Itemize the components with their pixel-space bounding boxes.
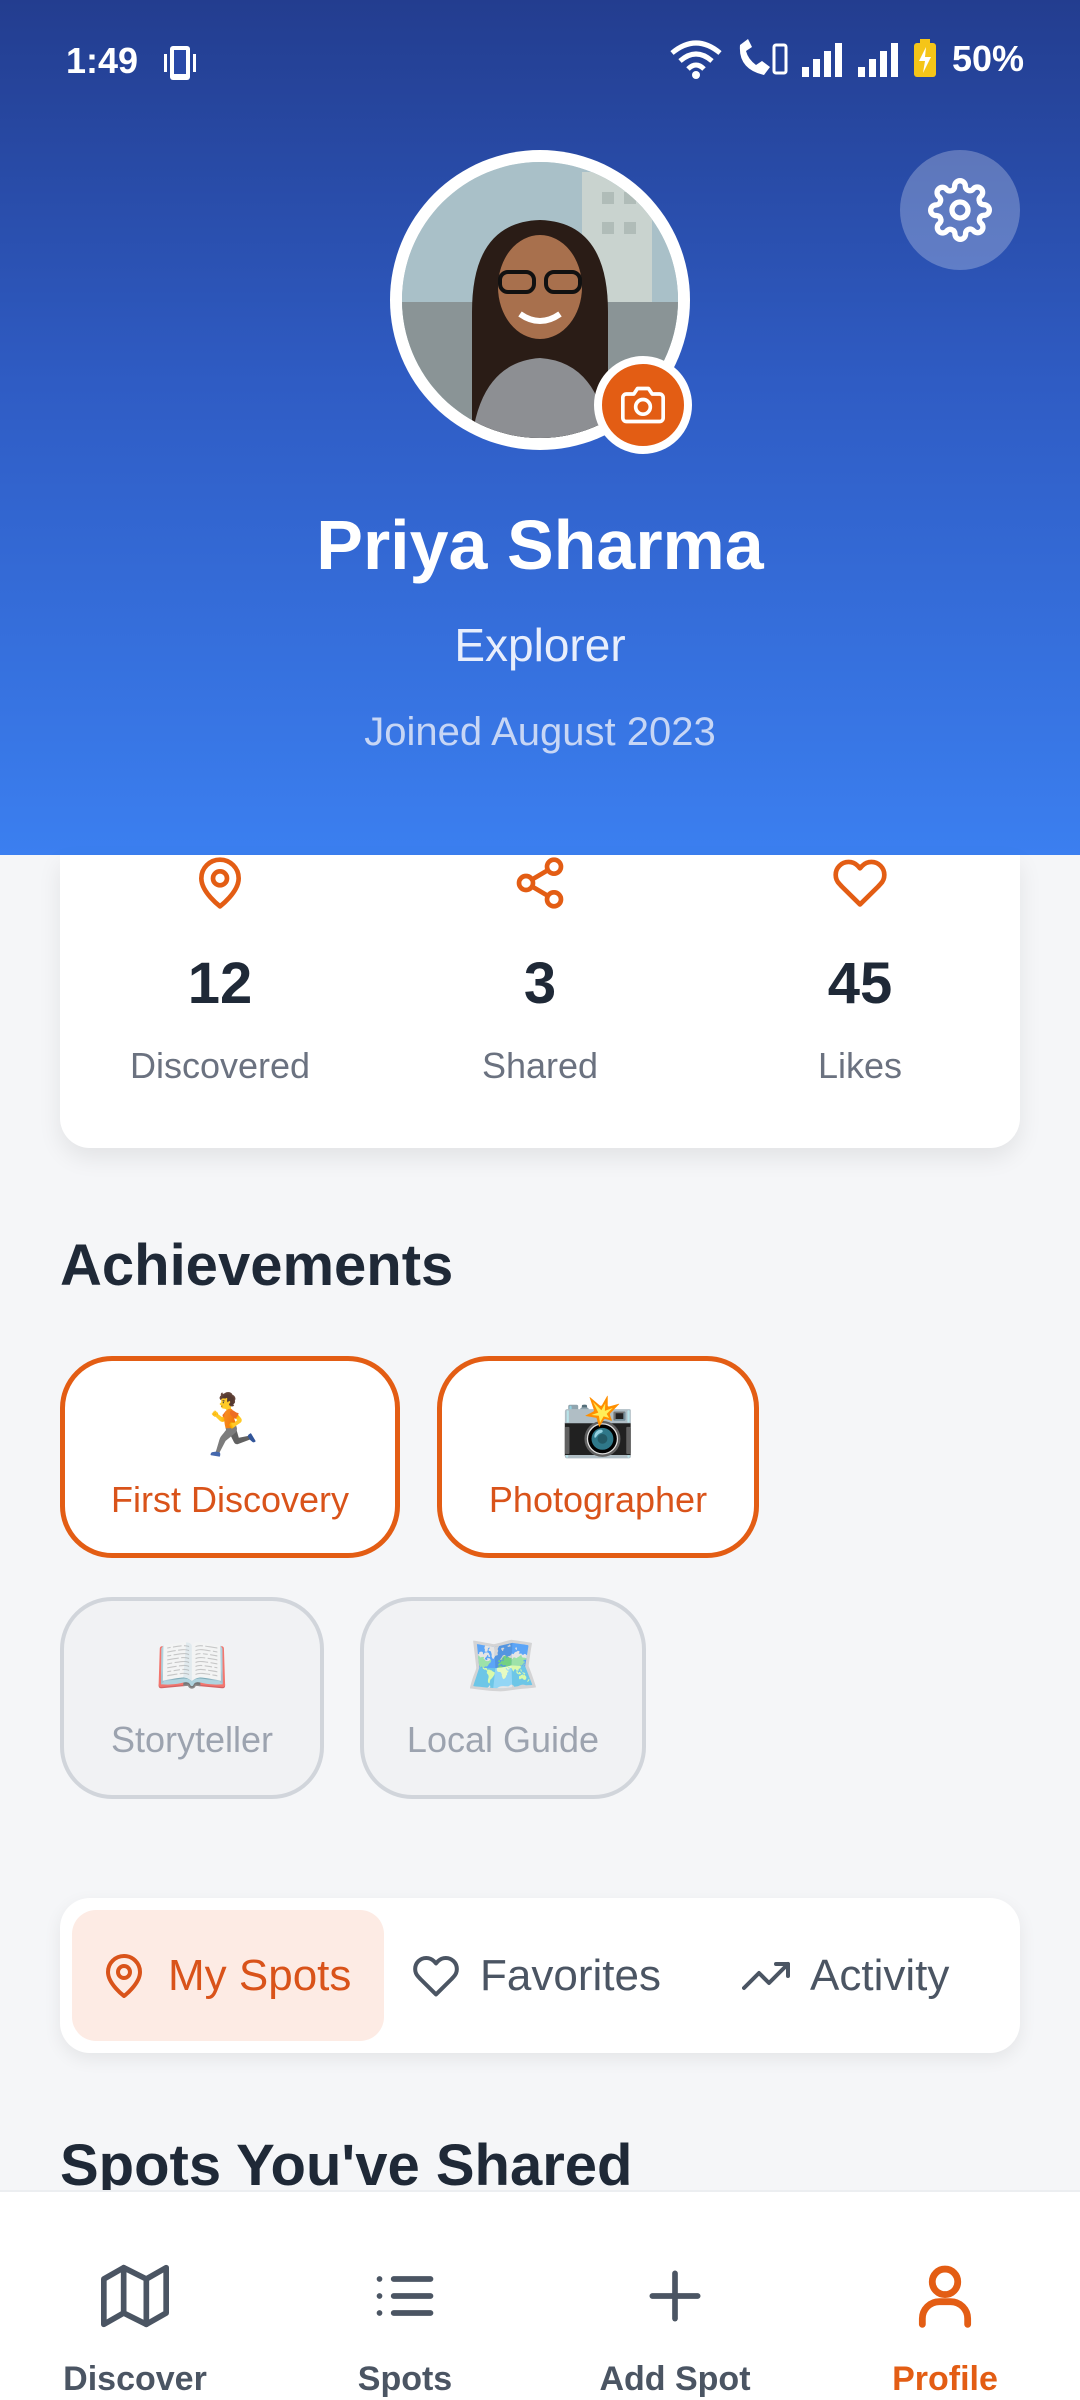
achievement-first-discovery[interactable]: 🏃 First Discovery (60, 1356, 400, 1558)
status-time: 1:49 (66, 40, 139, 81)
nav-spots[interactable]: Spots (270, 2192, 540, 2400)
wifi-icon (670, 40, 722, 79)
achievement-storyteller[interactable]: 📖 Storyteller (60, 1597, 324, 1799)
nav-label: Spots (357, 2360, 453, 2398)
plus-icon (649, 2270, 701, 2322)
achievement-label: Photographer (488, 1479, 708, 1520)
stat-label: Discovered (129, 1045, 311, 1086)
profile-name: Priya Sharma (316, 506, 764, 584)
user-icon (918, 2265, 972, 2328)
world-map-icon: 🗺️ (465, 1632, 541, 1699)
map-pin-icon (199, 857, 242, 909)
gear-icon (928, 178, 992, 242)
stat-label: Likes (817, 1045, 903, 1086)
stat-label: Shared (481, 1045, 599, 1086)
heart-icon (833, 859, 887, 907)
heart-icon (413, 1955, 459, 1996)
signal-icon-2 (857, 43, 898, 77)
tab-my-spots[interactable]: My Spots (72, 1910, 384, 2041)
map-pin-icon (106, 1953, 142, 1998)
camera-flash-icon: 📸 (560, 1392, 636, 1459)
nav-label: Discover (63, 2360, 207, 2398)
achievement-photographer[interactable]: 📸 Photographer (437, 1356, 759, 1558)
achievement-label: First Discovery (110, 1479, 349, 1520)
tab-favorites[interactable]: Favorites (412, 1910, 661, 2041)
shared-spots-title: Spots You've Shared (60, 2133, 633, 2198)
tab-label: My Spots (168, 1950, 352, 2000)
battery-charging-icon (913, 39, 936, 77)
change-photo-button[interactable] (594, 356, 692, 454)
book-icon: 📖 (154, 1632, 230, 1699)
stat-shared: 3 Shared (380, 855, 700, 1148)
bottom-navigation: Discover Spots Add Spot Profile (0, 2190, 1080, 2400)
stat-value: 12 (187, 951, 253, 1016)
nav-add-spot[interactable]: Add Spot (540, 2192, 810, 2400)
list-icon (376, 2276, 434, 2316)
status-bar: 1:49 50% (0, 0, 1080, 125)
trending-up-icon (742, 1961, 790, 1990)
wifi-call-icon (739, 39, 788, 75)
nav-discover[interactable]: Discover (0, 2192, 270, 2400)
battery-percentage: 50% (951, 38, 1024, 79)
achievement-label: Local Guide (406, 1719, 600, 1760)
stat-value: 45 (827, 951, 893, 1016)
map-icon (101, 2264, 169, 2328)
share-icon (516, 857, 564, 909)
profile-joined-date: Joined August 2023 (364, 710, 716, 754)
achievement-local-guide[interactable]: 🗺️ Local Guide (360, 1597, 646, 1799)
tab-activity[interactable]: Activity (742, 1910, 949, 2041)
profile-tabs: My Spots Favorites Activity (60, 1898, 1020, 2053)
camera-icon (621, 386, 665, 424)
nav-label: Profile (892, 2360, 998, 2398)
stats-card: 12 Discovered 3 Shared 45 Likes (60, 855, 1020, 1148)
profile-role: Explorer (454, 619, 626, 671)
signal-icon (801, 43, 842, 77)
achievements-title: Achievements (60, 1233, 454, 1298)
runner-icon: 🏃 (192, 1392, 268, 1459)
stat-discovered: 12 Discovered (60, 855, 380, 1148)
tab-label: Activity (810, 1950, 950, 2000)
vibrate-icon (164, 46, 196, 80)
nav-label: Add Spot (599, 2360, 751, 2398)
tab-label: Favorites (480, 1950, 661, 2000)
stat-value: 3 (523, 951, 557, 1016)
achievement-label: Storyteller (110, 1719, 274, 1760)
stat-likes: 45 Likes (700, 855, 1020, 1148)
nav-profile[interactable]: Profile (810, 2192, 1080, 2400)
settings-button[interactable] (900, 150, 1020, 270)
